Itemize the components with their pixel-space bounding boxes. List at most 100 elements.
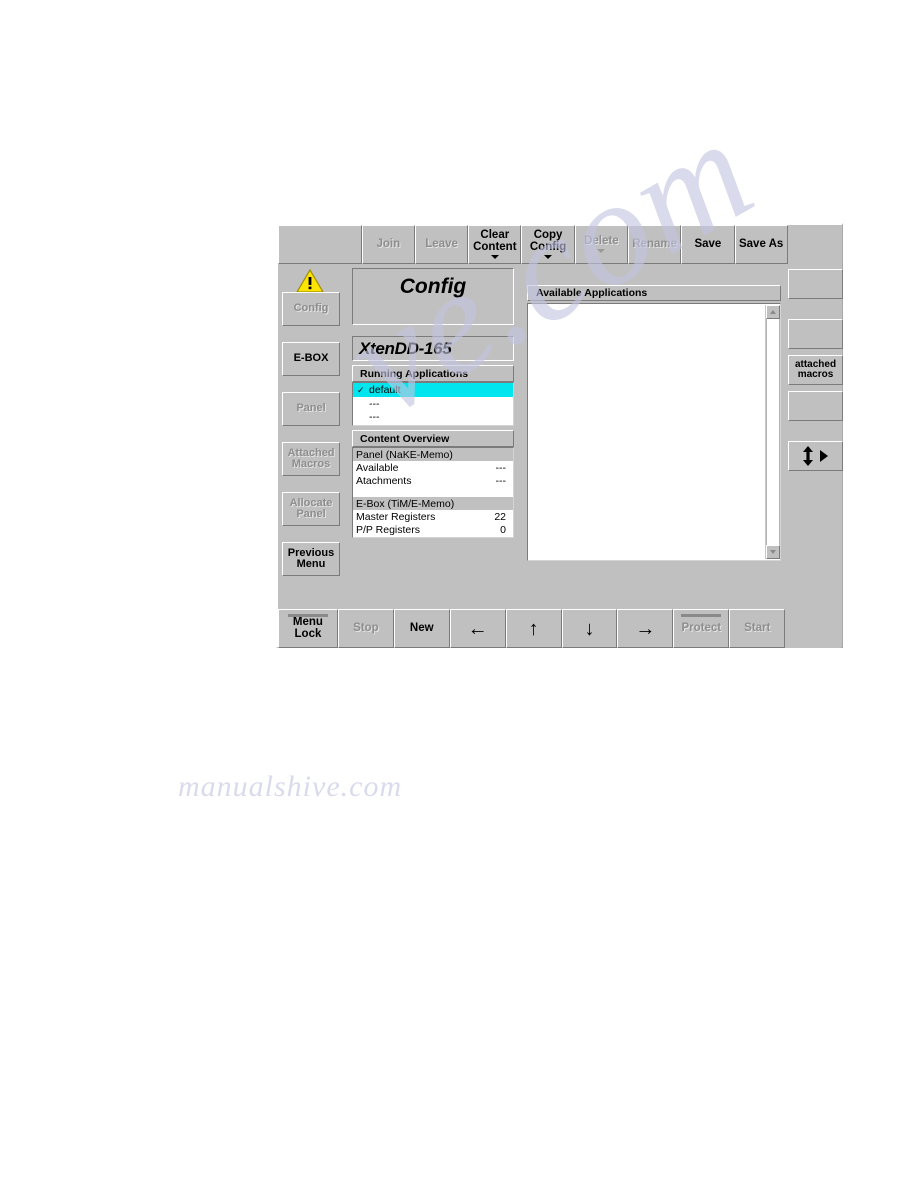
save-as-button[interactable]: Save As	[734, 225, 788, 264]
protect-button[interactable]: Protect	[673, 609, 730, 648]
menu-lock-label-2: Lock	[294, 627, 322, 640]
copy-config-button[interactable]: Copy Config	[521, 225, 575, 264]
scroll-up-arrow-icon[interactable]	[766, 305, 780, 319]
table-row: ME1 Registers 0	[353, 536, 513, 538]
bottom-toolbar: Menu Lock Stop New ← ↑ ↓ → Protect Start	[278, 609, 842, 648]
triangle-down-glyph	[770, 550, 776, 554]
arrow-down-icon: ↓	[584, 617, 595, 640]
center-column: Config XtenDD-165 Running Applications ✓…	[352, 268, 514, 538]
sidebar-item-label-2: Menu	[296, 558, 326, 570]
overview-section-header: E-Box (TiM/E-Memo)	[353, 497, 513, 510]
sidebar-item-config[interactable]: Config	[282, 292, 340, 326]
attached-macros-button[interactable]: attached macros	[788, 355, 843, 385]
sidebar-item-panel[interactable]: Panel	[282, 392, 340, 426]
copy-config-label-2: Config	[529, 240, 567, 253]
stop-button[interactable]: Stop	[337, 609, 394, 648]
triangle-up-glyph	[770, 310, 776, 314]
scrollbar-track[interactable]	[766, 319, 780, 545]
content-overview-header: Content Overview	[352, 430, 514, 447]
available-applications-list[interactable]	[527, 303, 781, 561]
warning-triangle-icon	[295, 268, 325, 293]
device-name-text: XtenDD-165	[359, 338, 452, 358]
new-label: New	[409, 621, 434, 634]
menu-lock-label-1: Menu	[292, 615, 323, 628]
rename-button[interactable]: Rename	[627, 225, 682, 264]
list-item-label: default	[369, 384, 401, 396]
table-row: Master Registers 22	[353, 510, 513, 523]
scrollbar-vertical[interactable]	[765, 305, 780, 559]
delete-button[interactable]: Delete	[574, 225, 628, 264]
sidebar-item-allocate-panel[interactable]: Allocate Panel	[282, 492, 340, 526]
right-button-2[interactable]	[788, 319, 843, 349]
row-label: Master Registers	[356, 510, 436, 523]
sidebar-item-label-2: Macros	[291, 458, 331, 470]
clear-content-button[interactable]: Clear Content	[468, 225, 522, 264]
save-as-label: Save As	[738, 237, 784, 250]
updown-arrow-group	[802, 446, 829, 466]
new-button[interactable]: New	[393, 609, 450, 648]
right-button-1[interactable]	[788, 269, 843, 299]
protect-indicator-bar	[681, 614, 722, 617]
running-applications-list[interactable]: ✓ default --- ---	[352, 382, 514, 426]
right-button-column: attached macros	[788, 265, 845, 608]
list-item[interactable]: ✓ default	[353, 383, 513, 397]
arrow-left-button[interactable]: ←	[449, 609, 506, 648]
lock-indicator-bar	[287, 614, 328, 617]
content-overview-list: Panel (NaKE-Memo) Available --- Atachmen…	[352, 447, 514, 538]
clear-content-label-2: Content	[473, 240, 517, 253]
join-button[interactable]: Join	[361, 225, 415, 264]
sidebar-item-label: Panel	[296, 402, 326, 415]
row-value: 0	[500, 523, 506, 536]
application-window: Join Leave Clear Content Copy Config Del…	[276, 223, 843, 648]
list-item-label: ---	[369, 410, 380, 423]
leave-button[interactable]: Leave	[414, 225, 469, 264]
table-row: Available ---	[353, 461, 513, 474]
list-item[interactable]: ---	[353, 410, 513, 423]
chevron-down-icon	[544, 255, 553, 260]
arrow-right-button[interactable]: →	[617, 609, 674, 648]
start-button[interactable]: Start	[729, 609, 786, 648]
clear-content-label-1: Clear	[480, 228, 510, 241]
overview-gap	[353, 487, 513, 497]
scroll-down-arrow-icon[interactable]	[766, 545, 780, 559]
join-label: Join	[376, 237, 401, 250]
sidebar-item-ebox[interactable]: E-BOX	[282, 342, 340, 376]
leave-label: Leave	[425, 237, 458, 250]
overview-section-title: Panel (NaKE-Memo)	[356, 448, 453, 461]
list-item-label: ---	[369, 397, 380, 410]
row-label: ME1 Registers	[356, 537, 425, 538]
available-applications-header: Available Applications	[527, 285, 781, 301]
row-value: ---	[495, 474, 507, 487]
menu-lock-button[interactable]: Menu Lock	[278, 609, 338, 648]
scroll-mode-button[interactable]	[788, 441, 843, 471]
arrow-up-button[interactable]: ↑	[505, 609, 562, 648]
toolbar-blank-left	[278, 225, 362, 264]
row-label: Atachments	[356, 474, 412, 487]
copy-config-label-1: Copy	[533, 228, 563, 241]
row-value: ---	[495, 461, 507, 474]
sidebar-item-previous-menu[interactable]: Previous Menu	[282, 542, 340, 576]
page-title-text: Config	[399, 275, 467, 298]
chevron-down-icon	[597, 249, 606, 254]
bottom-toolbar-right-spacer	[785, 609, 842, 648]
save-button[interactable]: Save	[681, 225, 735, 264]
row-value: 0	[500, 537, 506, 538]
check-icon: ✓	[357, 384, 365, 395]
rename-label: Rename	[632, 237, 677, 250]
sidebar: Config E-BOX Panel Attached Macros Alloc…	[282, 268, 344, 608]
table-row: Atachments ---	[353, 474, 513, 487]
list-item[interactable]: ---	[353, 397, 513, 410]
arrow-left-icon: ←	[467, 617, 488, 640]
overview-section-header: Panel (NaKE-Memo)	[353, 448, 513, 461]
arrow-down-button[interactable]: ↓	[561, 609, 618, 648]
sidebar-item-label-2: Panel	[296, 508, 326, 520]
top-toolbar: Join Leave Clear Content Copy Config Del…	[278, 225, 841, 264]
sidebar-item-attached-macros[interactable]: Attached Macros	[282, 442, 340, 476]
row-label: Available	[356, 461, 399, 474]
stop-label: Stop	[353, 621, 379, 634]
watermark-small-text: manualshive.com	[178, 770, 403, 803]
right-button-4[interactable]	[788, 391, 843, 421]
overview-section-title: E-Box (TiM/E-Memo)	[356, 497, 455, 510]
start-label: Start	[744, 621, 771, 634]
toolbar-right-spacer	[787, 225, 841, 264]
